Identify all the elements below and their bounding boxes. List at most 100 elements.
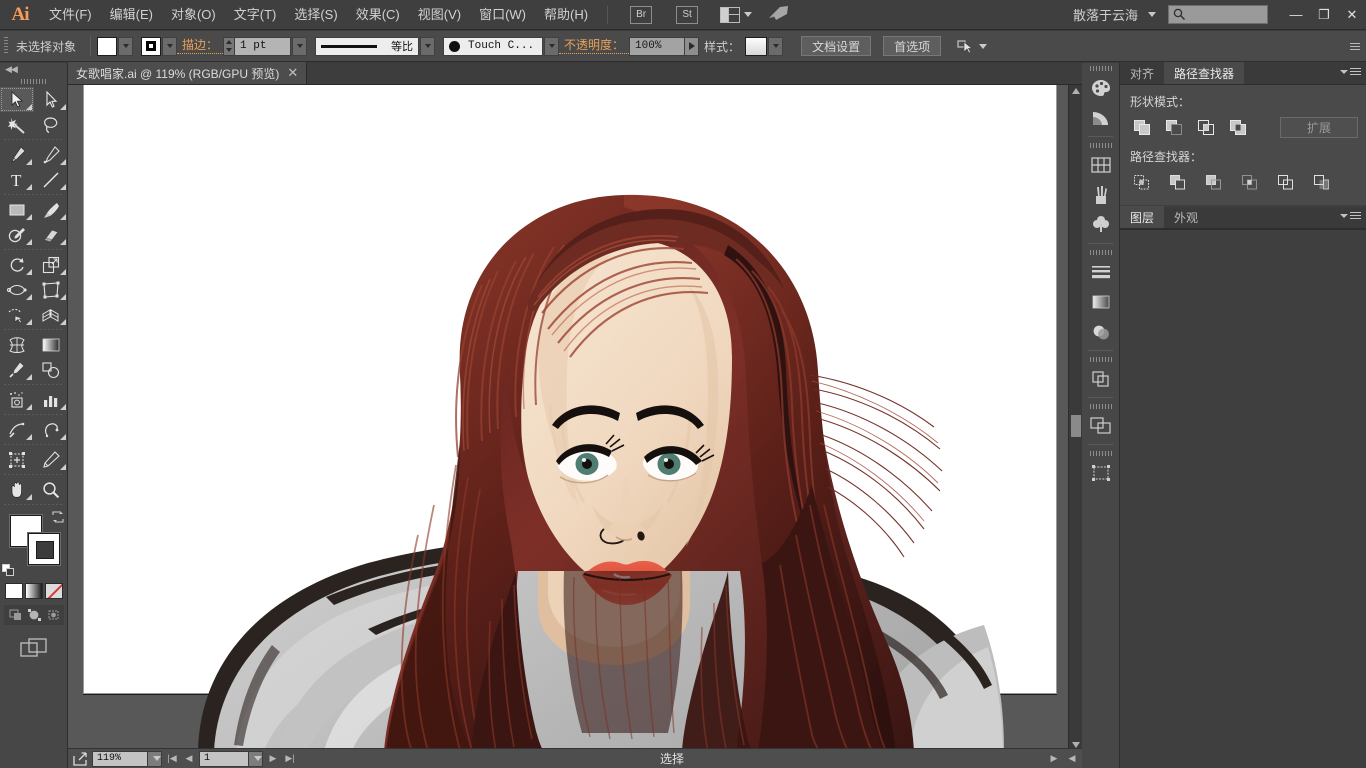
share-icon[interactable] [71,751,89,767]
arrange-documents-button[interactable] [720,7,752,23]
brush-definition-dropdown[interactable] [544,37,559,56]
mesh-tool[interactable] [0,332,34,357]
stroke-profile-dropdown[interactable] [420,37,435,56]
intersect-button[interactable] [1194,116,1217,138]
stroke-weight-label[interactable]: 描边： [177,38,223,54]
opacity-label[interactable]: 不透明度： [559,38,629,54]
stroke-dropdown-button[interactable] [162,37,177,56]
first-artboard-button[interactable]: |◀ [165,751,179,767]
toolbar-grip[interactable] [0,76,67,87]
menu-file[interactable]: 文件(F) [40,0,101,30]
type-tool[interactable]: T [0,167,34,192]
eyedropper-tool[interactable] [0,357,34,382]
expand-button[interactable]: 扩展 [1280,117,1358,138]
brush-definition-select[interactable]: Touch C... [443,37,543,56]
paintbrush-tool[interactable] [34,197,68,222]
opacity-input[interactable]: 100% [629,37,685,56]
scale-tool[interactable] [34,252,68,277]
menu-type[interactable]: 文字(T) [225,0,286,30]
magic-wand-tool[interactable] [0,112,34,137]
line-segment-tool[interactable] [34,167,68,192]
crop-button[interactable] [1238,171,1261,193]
tab-appearance[interactable]: 外观 [1164,206,1208,228]
scroll-up-icon[interactable] [1072,88,1080,94]
stroke-profile-select[interactable]: 等比 [315,37,419,56]
perspective-grid-tool[interactable] [34,302,68,327]
stock-icon[interactable]: St [676,6,698,24]
symbols-panel-icon[interactable] [1082,210,1120,240]
stroke-weight-input[interactable]: 1 pt [235,37,291,56]
next-artboard-button[interactable]: ▶ [266,751,280,767]
layers-panel-menu-icon[interactable] [1340,212,1361,219]
minus-back-button[interactable] [1310,171,1333,193]
control-bar-overflow[interactable] [1348,35,1366,57]
stroke-weight-stepper[interactable] [223,37,235,56]
rotate-tool[interactable] [0,252,34,277]
lasso-tool[interactable] [34,112,68,137]
color-panel-icon[interactable] [1082,73,1120,103]
zoom-tool[interactable] [34,477,68,502]
toolbar-collapse-button[interactable]: ◀◀ [0,63,67,76]
select-similar-button[interactable] [957,38,987,54]
shape-builder-tool[interactable] [0,302,34,327]
unite-button[interactable] [1130,116,1153,138]
graphic-style-dropdown[interactable] [768,37,783,56]
pathfinder-panel-icon[interactable] [1082,364,1120,394]
draw-inside-button[interactable] [44,607,62,623]
menu-view[interactable]: 视图(V) [409,0,470,30]
trim-button[interactable] [1166,171,1189,193]
artboard-number-input[interactable]: 1 [199,751,249,767]
last-artboard-button[interactable]: ▶| [283,751,297,767]
divide-button[interactable] [1130,171,1153,193]
control-bar-grip[interactable] [0,31,12,62]
merge-button[interactable] [1202,171,1225,193]
swap-fill-stroke-icon[interactable] [52,511,64,523]
swatches-panel-icon[interactable] [1082,150,1120,180]
tab-pathfinder[interactable]: 路径查找器 [1164,62,1244,84]
width-tool[interactable] [0,277,34,302]
rectangle-tool[interactable] [0,197,34,222]
free-transform-tool[interactable] [34,277,68,302]
shaper-tool[interactable] [0,222,34,247]
dock-grip[interactable] [1082,354,1119,364]
default-fill-stroke-icon[interactable] [2,564,15,577]
bridge-icon[interactable]: Br [630,6,652,24]
search-input[interactable] [1168,5,1268,24]
blend-tool[interactable] [34,357,68,382]
dock-grip[interactable] [1082,140,1119,150]
restore-button[interactable]: ❐ [1310,0,1338,30]
menu-effect[interactable]: 效果(C) [347,0,409,30]
direct-selection-tool[interactable] [34,87,68,112]
fill-dropdown-button[interactable] [118,37,133,56]
draw-behind-button[interactable] [25,607,43,623]
gradient-fill-button[interactable] [25,583,43,599]
vertical-scrollbar[interactable] [1068,85,1082,751]
dock-grip[interactable] [1082,63,1119,73]
fill-color-swatch[interactable] [97,37,117,56]
artboard-number-dropdown[interactable] [249,751,263,767]
symbol-sprayer-tool[interactable] [0,387,34,412]
stroke-swatch-large[interactable] [28,533,60,565]
fill-color-control[interactable] [97,37,133,56]
tab-layers[interactable]: 图层 [1120,206,1164,228]
change-screen-mode-button[interactable] [0,637,67,659]
draw-normal-button[interactable] [6,607,24,623]
vertical-scroll-thumb[interactable] [1071,415,1081,437]
chevron-down-icon[interactable] [1148,12,1156,17]
rocket-icon[interactable] [768,5,790,24]
pen-tool[interactable] [0,142,34,167]
mesh-secondary-tool[interactable] [0,417,34,442]
preferences-button[interactable]: 首选项 [883,36,941,56]
stroke-color-swatch[interactable] [141,37,161,56]
outline-button[interactable] [1274,171,1297,193]
status-expand-left-icon[interactable]: ◀ [1065,751,1079,767]
none-fill-button[interactable] [45,583,63,599]
minus-front-button[interactable] [1162,116,1185,138]
opacity-flyout-button[interactable] [685,37,699,56]
layers-panel-body[interactable] [1120,229,1366,768]
gradient-panel-icon[interactable] [1082,287,1120,317]
menu-window[interactable]: 窗口(W) [470,0,535,30]
stroke-color-control[interactable] [141,37,177,56]
menu-object[interactable]: 对象(O) [162,0,225,30]
dock-grip[interactable] [1082,448,1119,458]
